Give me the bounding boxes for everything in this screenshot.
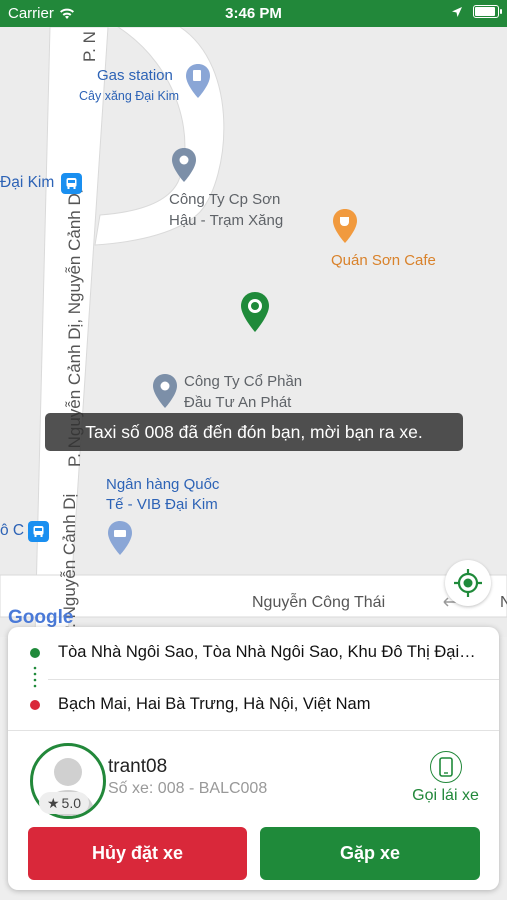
map-view[interactable]: P. N P. Nguyễn Cảnh Dị, Nguyễn Cảnh Dị P… xyxy=(0,27,507,637)
route-dots-icon xyxy=(33,666,37,688)
road-label-nguyen-cong-thai: Nguyễn Công Thái xyxy=(252,594,386,611)
road-label-p-n: P. N xyxy=(80,31,99,62)
trip-panel: Tòa Nhà Ngôi Sao, Tòa Nhà Ngôi Sao, Khu … xyxy=(8,627,499,890)
bank-pin-icon xyxy=(108,521,132,555)
pickup-address[interactable]: Tòa Nhà Ngôi Sao, Tòa Nhà Ngôi Sao, Khu … xyxy=(58,643,490,662)
bus-stop-icon-2 xyxy=(28,521,49,542)
poi-vib-line1: Ngân hàng Quốc xyxy=(106,476,220,493)
cancel-booking-button[interactable]: Hủy đặt xe xyxy=(28,827,247,880)
driver-divider xyxy=(8,730,499,731)
star-icon: ★ xyxy=(46,794,60,811)
current-location-pin-icon[interactable] xyxy=(241,292,269,332)
poi-vib-line2: Tế - VIB Đại Kim xyxy=(106,496,218,513)
dropoff-dot-icon xyxy=(30,700,40,710)
driver-rating: ★ 5.0 xyxy=(39,792,89,814)
battery-icon xyxy=(473,5,502,18)
poi-pin-icon-2 xyxy=(153,374,177,408)
pickup-dot-icon xyxy=(30,648,40,658)
crosshair-icon xyxy=(454,569,482,597)
status-bar: Carrier 3:46 PM xyxy=(0,0,507,27)
bus-stop-icon xyxy=(61,173,82,194)
my-location-button[interactable] xyxy=(445,560,491,606)
clock: 3:46 PM xyxy=(225,5,282,22)
driver-plate: Số xe: 008 - BALC008 xyxy=(108,780,268,797)
call-driver-label: Gọi lái xe xyxy=(412,787,479,804)
poi-an-phat-line2: Đầu Tư An Phát xyxy=(184,394,292,411)
meet-car-button[interactable]: Gặp xe xyxy=(260,827,480,880)
poi-son-hau-line1: Công Ty Cp Sơn xyxy=(169,191,281,208)
cafe-pin-icon xyxy=(333,209,357,243)
poi-bus-oc: ô C xyxy=(0,522,25,539)
poi-son-hau-line2: Hậu - Trạm Xăng xyxy=(169,212,284,229)
poi-gas-station-sub: Cây xăng Đại Kim xyxy=(79,89,180,103)
google-logo: Google xyxy=(8,607,74,628)
poi-gas-station: Gas station xyxy=(97,67,173,84)
dropoff-address[interactable]: Bạch Mai, Hai Bà Trưng, Hà Nội, Việt Nam xyxy=(58,695,490,714)
poi-quan-son-cafe: Quán Sơn Cafe xyxy=(331,252,436,269)
poi-pin-icon xyxy=(172,148,196,182)
arrival-toast: Taxi số 008 đã đến đón bạn, mời bạn ra x… xyxy=(45,413,463,451)
road-label-n-right: N xyxy=(500,594,507,611)
phone-icon xyxy=(429,751,462,783)
poi-dai-kim: Đại Kim xyxy=(0,174,55,191)
call-driver-button[interactable]: Gọi lái xe xyxy=(403,751,488,805)
gas-pin-icon xyxy=(186,64,210,98)
driver-name: trant08 xyxy=(108,756,168,777)
address-divider xyxy=(48,679,499,680)
poi-an-phat-line1: Công Ty Cổ Phần xyxy=(184,373,303,390)
location-arrow-icon xyxy=(452,6,462,17)
